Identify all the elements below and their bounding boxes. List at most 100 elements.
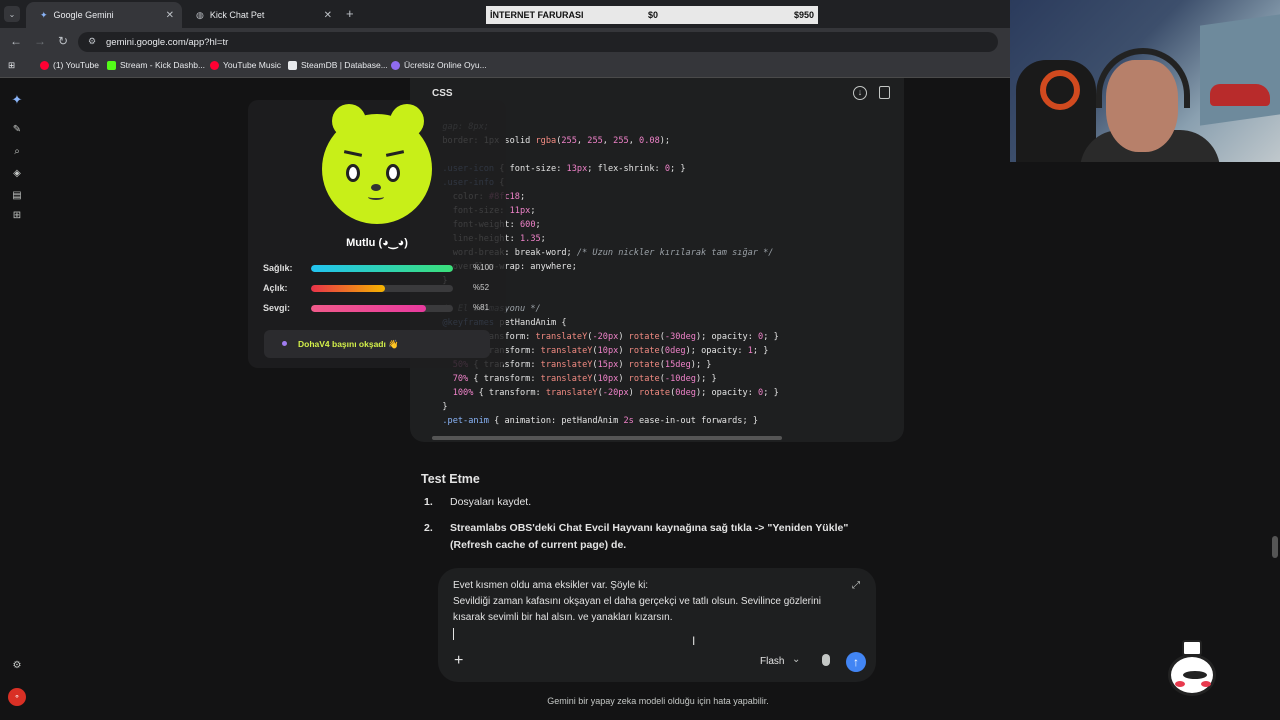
- bookmark-youtube[interactable]: (1) YouTube: [40, 60, 99, 70]
- globe-icon: ◍: [196, 9, 204, 20]
- pet-eye: [346, 164, 360, 182]
- gemini-icon: ✦: [40, 9, 48, 20]
- prompt-input[interactable]: Evet kısmen oldu ama eksikler var. Şöyle…: [453, 578, 833, 626]
- youtube-icon: [40, 60, 49, 70]
- chat-pet-widget: Mutlu (◕‿◕) Sağlık: %100 Açlık: %52 Sevg…: [248, 100, 506, 368]
- bookmark-kick[interactable]: Stream - Kick Dashb...: [107, 60, 205, 70]
- bookmark-steamdb[interactable]: SteamDB | Database...: [288, 60, 388, 70]
- list-text: Streamlabs OBS'deki Chat Evcil Hayvanı k…: [450, 522, 849, 551]
- health-bar: [311, 265, 453, 272]
- tab-search-icon[interactable]: ⌄: [4, 6, 20, 22]
- library-icon[interactable]: ▤: [10, 190, 24, 201]
- love-value: %81: [473, 303, 490, 312]
- game-icon: [391, 60, 400, 70]
- tab-kick-chat-pet[interactable]: ◍ Kick Chat Pet ✕: [182, 2, 340, 28]
- new-tab-button[interactable]: +: [346, 6, 354, 21]
- bookmark-youtube-music[interactable]: YouTube Music: [210, 60, 281, 70]
- mouse-cursor-ibeam: I: [692, 634, 696, 648]
- pet-brow: [385, 150, 405, 157]
- donation-goal-bar: İNTERNET FARURASI $0 $950: [486, 6, 818, 24]
- tab-google-gemini[interactable]: ✦ Google Gemini ✕: [26, 2, 182, 28]
- copy-icon[interactable]: [879, 86, 890, 99]
- bookmark-label: (1) YouTube: [53, 60, 99, 70]
- text-cursor: [453, 628, 454, 640]
- gemini-logo-icon[interactable]: ✦: [10, 92, 24, 108]
- code-horizontal-scrollbar[interactable]: [432, 436, 782, 440]
- bookmark-online-games[interactable]: Ücretsiz Online Oyu...: [391, 60, 487, 70]
- chevron-down-icon[interactable]: ⌄: [792, 654, 800, 665]
- health-label: Sağlık:: [263, 263, 293, 273]
- url-bar[interactable]: ⚙ gemini.google.com/app?hl=tr: [78, 32, 998, 52]
- headset: [1096, 48, 1190, 108]
- hunger-bar: [311, 285, 453, 292]
- close-tab-icon[interactable]: ✕: [166, 10, 174, 21]
- list-text: Dosyaları kaydet.: [450, 496, 532, 508]
- love-bar: [311, 305, 453, 312]
- code-language: CSS: [432, 88, 453, 99]
- settings-icon[interactable]: ⚙: [10, 660, 24, 671]
- bookmarks-bar: ⊞ (1) YouTube Stream - Kick Dashb... You…: [0, 56, 1010, 78]
- pet-brow: [343, 150, 363, 157]
- send-button[interactable]: ↑: [846, 652, 866, 672]
- health-value: %100: [473, 263, 494, 272]
- hunger-value: %52: [473, 283, 490, 292]
- page-scrollbar[interactable]: [1272, 536, 1278, 558]
- mascot-head: [1168, 654, 1216, 696]
- wall-poster: [1200, 14, 1280, 126]
- goal-target: $950: [793, 10, 814, 20]
- bookmark-label: Stream - Kick Dashb...: [120, 60, 206, 70]
- webcam-overlay: [1010, 0, 1280, 162]
- address-toolbar: ← → ↻ ⚙ gemini.google.com/app?hl=tr: [0, 28, 1010, 56]
- youtube-music-icon: [210, 60, 219, 70]
- expand-icon[interactable]: ⤢: [852, 580, 860, 591]
- car-poster: [1210, 84, 1270, 106]
- close-tab-icon[interactable]: ✕: [324, 10, 332, 21]
- goal-title: İNTERNET FARURASI: [490, 10, 584, 20]
- hunger-label: Açlık:: [263, 283, 288, 293]
- health-bar-fill: [311, 265, 453, 272]
- love-bar-fill: [311, 305, 427, 312]
- url-text: gemini.google.com/app?hl=tr: [106, 36, 229, 48]
- kick-icon: [107, 60, 116, 70]
- notification-text: DohaV4 başını okşadı 👋: [298, 338, 399, 349]
- section-heading: Test Etme: [421, 472, 480, 486]
- download-icon[interactable]: ↓: [853, 86, 867, 100]
- steamdb-icon: [288, 60, 297, 70]
- list-number: 1.: [424, 496, 433, 508]
- search-icon[interactable]: ⌕: [10, 146, 24, 157]
- tab-title: Google Gemini: [53, 10, 114, 20]
- pet-eye: [386, 164, 400, 182]
- pet-nose: [371, 184, 381, 191]
- pet-mood: Mutlu (◕‿◕): [346, 237, 408, 249]
- list-number: 2.: [424, 522, 433, 534]
- model-selector[interactable]: Flash: [760, 656, 784, 667]
- add-attachment-button[interactable]: +: [454, 652, 463, 670]
- reload-icon[interactable]: ↻: [58, 34, 68, 48]
- new-chat-icon[interactable]: ✎: [10, 124, 24, 135]
- hunger-bar-fill: [311, 285, 385, 292]
- prompt-input-box[interactable]: Evet kısmen oldu ama eksikler var. Şöyle…: [438, 568, 876, 682]
- mascot-eyes: [1183, 671, 1207, 679]
- gemini-sidebar: ✦ ✎ ⌕ ◈ ▤ ⊞ ⚙ ⚬: [0, 78, 34, 720]
- apps-icon[interactable]: ⊞: [10, 210, 24, 221]
- mascot-cheek: [1201, 681, 1211, 687]
- site-settings-icon[interactable]: ⚙: [88, 36, 96, 47]
- mascot-cheek: [1175, 681, 1185, 687]
- panda-mascot-icon: [1166, 640, 1218, 698]
- tab-title: Kick Chat Pet: [209, 10, 265, 20]
- apps-icon[interactable]: ⊞: [8, 60, 15, 71]
- bookmark-label: SteamDB | Database...: [301, 60, 388, 70]
- back-icon[interactable]: ←: [10, 34, 22, 48]
- forward-icon[interactable]: →: [34, 34, 46, 48]
- love-label: Sevgi:: [263, 303, 291, 313]
- goal-current: $0: [648, 10, 659, 20]
- pet-notification: DohaV4 başını okşadı 👋: [264, 330, 490, 358]
- chair-logo: [1040, 70, 1080, 110]
- mascot-hat: [1182, 640, 1202, 656]
- microphone-icon[interactable]: [822, 654, 830, 666]
- gems-icon[interactable]: ◈: [10, 168, 24, 179]
- notification-dot: [282, 341, 287, 346]
- bookmark-label: Ücretsiz Online Oyu...: [404, 60, 487, 70]
- bookmark-label: YouTube Music: [223, 60, 281, 70]
- pet-face: [322, 114, 432, 224]
